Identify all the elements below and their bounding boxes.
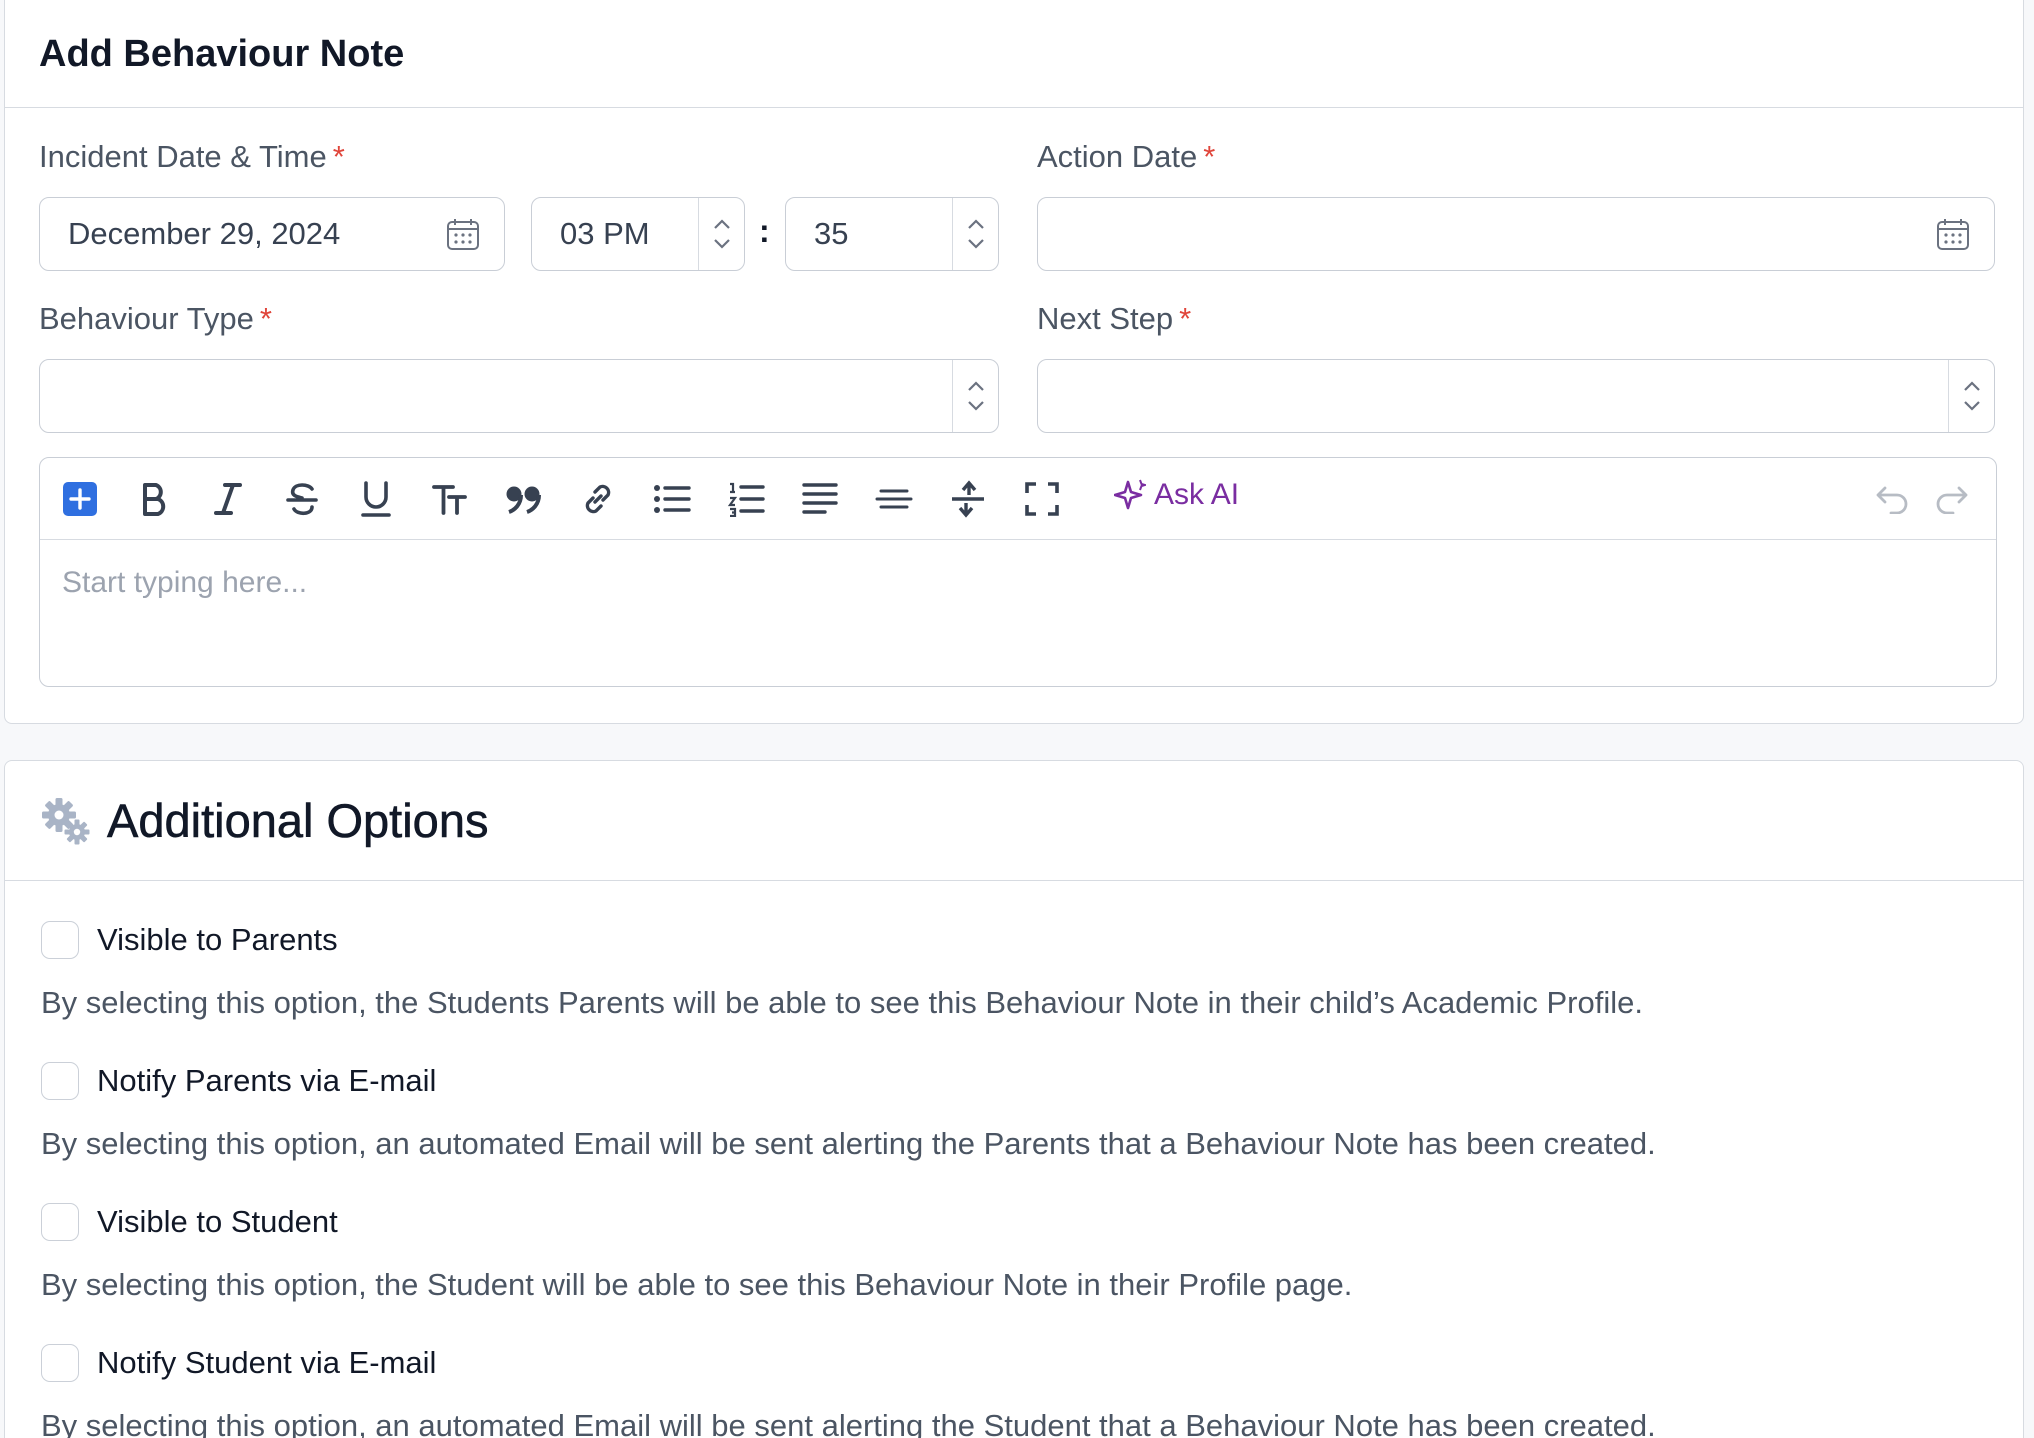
page-title: Add Behaviour Note (39, 32, 405, 75)
behaviour-type-label-text: Behaviour Type (39, 301, 254, 336)
card-header: Add Behaviour Note (5, 0, 2023, 108)
action-date-label: Action Date * (1037, 139, 1215, 175)
fullscreen-icon[interactable] (1022, 479, 1062, 519)
option-description: By selecting this option, the Student wi… (41, 1267, 1353, 1302)
undo-icon[interactable] (1872, 479, 1912, 519)
option-label[interactable]: Notify Parents via E-mail (97, 1063, 436, 1099)
card-header: Additional Options (5, 761, 2023, 881)
required-marker: * (332, 139, 345, 174)
incident-date-value: December 29, 2024 (68, 216, 341, 251)
italic-icon[interactable] (208, 479, 248, 519)
calendar-icon[interactable] (1936, 217, 1970, 251)
option-visible-to-parents[interactable]: Visible to Parents (41, 921, 338, 959)
behaviour-type-label: Behaviour Type * (39, 301, 272, 337)
bullet-list-icon[interactable] (652, 479, 692, 519)
action-date-label-text: Action Date (1037, 139, 1198, 174)
visible-to-parents-checkbox[interactable] (41, 921, 79, 959)
minute-stepper[interactable] (952, 198, 998, 270)
underline-icon[interactable] (356, 479, 396, 519)
notify-parents-email-checkbox[interactable] (41, 1062, 79, 1100)
behaviour-type-stepper[interactable] (952, 360, 998, 432)
incident-date-input[interactable]: December 29, 2024 (39, 197, 505, 271)
next-step-label: Next Step * (1037, 301, 1191, 337)
calendar-icon[interactable] (446, 217, 480, 251)
collapse-icon[interactable] (948, 479, 988, 519)
incident-hour-select[interactable]: 03 PM (531, 197, 745, 271)
chevron-up-down-icon (1963, 381, 1980, 411)
chevron-up-down-icon (967, 219, 984, 249)
redo-icon[interactable] (1932, 479, 1972, 519)
next-step-select[interactable] (1037, 359, 1995, 433)
section-title: Additional Options (107, 794, 489, 848)
option-label[interactable]: Notify Student via E-mail (97, 1345, 436, 1381)
quote-icon[interactable] (504, 479, 544, 519)
plus-square-icon[interactable] (60, 479, 100, 519)
incident-datetime-label: Incident Date & Time * (39, 139, 345, 175)
ask-ai-label: Ask AI (1154, 478, 1240, 511)
required-marker: * (1203, 139, 1216, 174)
editor-placeholder: Start typing here... (62, 566, 308, 599)
time-separator: : (759, 213, 770, 249)
behaviour-note-card: Add Behaviour Note Incident Date & Time *… (4, 0, 2024, 724)
option-description: By selecting this option, an automated E… (41, 1408, 1656, 1438)
next-step-stepper[interactable] (1948, 360, 1994, 432)
action-date-input[interactable] (1037, 197, 1995, 271)
align-icon[interactable] (800, 479, 840, 519)
hour-stepper[interactable] (698, 198, 744, 270)
incident-minute-value: 35 (814, 216, 849, 251)
next-step-label-text: Next Step (1037, 301, 1174, 336)
editor-toolbar: Ask AI (40, 458, 1996, 540)
option-notify-student-email[interactable]: Notify Student via E-mail (41, 1344, 436, 1382)
option-description: By selecting this option, the Students P… (41, 985, 1643, 1020)
numbered-list-icon[interactable] (726, 479, 766, 519)
link-icon[interactable] (578, 479, 618, 519)
option-visible-to-student[interactable]: Visible to Student (41, 1203, 338, 1241)
strikethrough-icon[interactable] (282, 479, 322, 519)
horizontal-rule-icon[interactable] (874, 479, 914, 519)
ask-ai-button[interactable]: Ask AI (1114, 478, 1239, 512)
option-notify-parents-email[interactable]: Notify Parents via E-mail (41, 1062, 436, 1100)
sparkle-icon (1114, 479, 1146, 510)
chevron-up-down-icon (713, 219, 730, 249)
additional-options-card: Additional Options Visible to Parents By… (4, 760, 2024, 1438)
bold-icon[interactable] (134, 479, 174, 519)
option-label[interactable]: Visible to Student (97, 1204, 338, 1240)
editor-content-area[interactable]: Start typing here... (40, 540, 1996, 626)
visible-to-student-checkbox[interactable] (41, 1203, 79, 1241)
notify-student-email-checkbox[interactable] (41, 1344, 79, 1382)
gear-icon (42, 797, 90, 844)
rich-text-editor: Ask AI Start typing here... (39, 457, 1997, 687)
option-label[interactable]: Visible to Parents (97, 922, 338, 958)
behaviour-type-select[interactable] (39, 359, 999, 433)
incident-hour-value: 03 PM (560, 216, 650, 251)
required-marker: * (1179, 301, 1192, 336)
font-size-icon[interactable] (430, 479, 470, 519)
required-marker: * (259, 301, 272, 336)
option-description: By selecting this option, an automated E… (41, 1126, 1656, 1161)
chevron-up-down-icon (967, 381, 984, 411)
incident-minute-select[interactable]: 35 (785, 197, 999, 271)
incident-label-text: Incident Date & Time (39, 139, 327, 174)
